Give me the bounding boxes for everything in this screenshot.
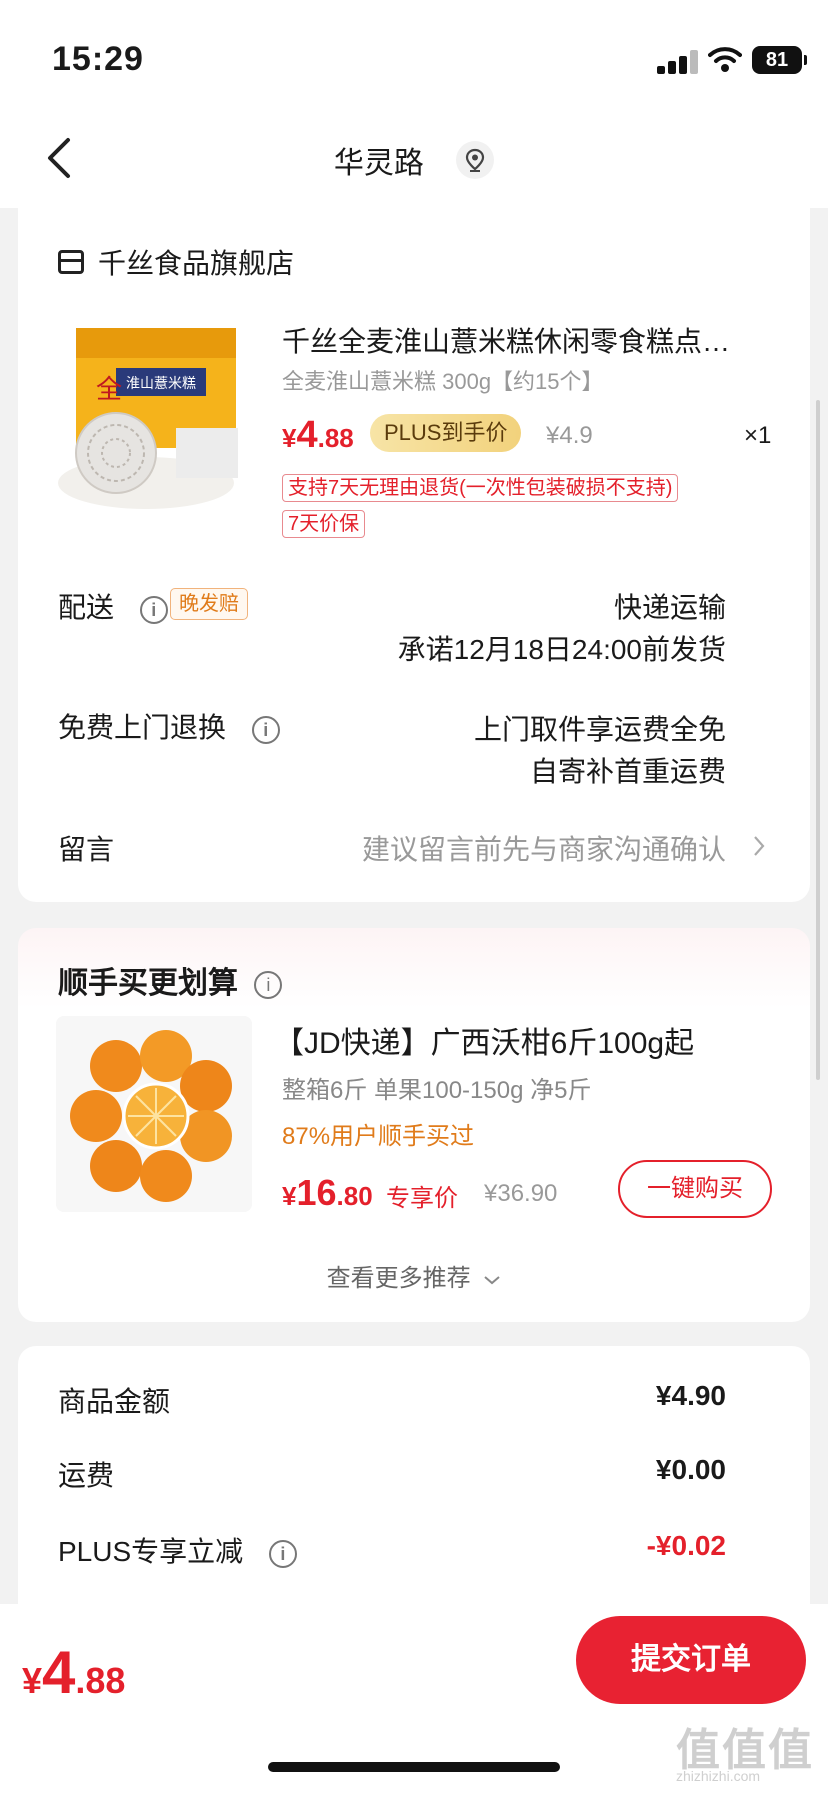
- plus-discount-row: PLUS专享立减 i: [58, 1530, 297, 1570]
- quantity: ×1: [744, 422, 772, 449]
- info-icon[interactable]: i: [254, 971, 283, 1000]
- upsell-original-price: ¥36.90: [484, 1180, 558, 1207]
- order-card: 千丝食品旗舰店 淮山薏米糕 全 千丝全麦淮山薏米糕休闲零食糕点… 全麦淮山薏米糕…: [18, 208, 810, 902]
- checkout-bar: ¥4.88 提交订单 值值值 zhizhizhi.com: [0, 1604, 828, 1793]
- home-indicator[interactable]: [268, 1762, 560, 1772]
- upsell-title: 顺手买更划算: [58, 967, 238, 1000]
- total-price: ¥4.88: [22, 1639, 126, 1706]
- checkout-page: 15:29 81 华灵路 千丝食品旗舰店 淮山薏米糕 全 千丝全麦淮山薏米糕休闲…: [0, 0, 828, 1793]
- returns-line1: 上门取件享运费全免: [473, 714, 726, 745]
- submit-order-button[interactable]: 提交订单: [576, 1616, 806, 1704]
- original-price: ¥4.9: [546, 422, 593, 449]
- subtotal-label: 商品金额: [58, 1386, 171, 1417]
- return-policy-tag: 支持7天无理由退货(一次性包装破损不支持): [282, 474, 679, 502]
- upsell-product-image[interactable]: [56, 1016, 252, 1212]
- delivery-promise: 承诺12月18日24:00前发货: [397, 634, 726, 665]
- wifi-icon: [708, 47, 742, 72]
- location-icon[interactable]: [456, 141, 495, 179]
- plus-price-badge: PLUS到手价: [370, 414, 522, 452]
- store-name: 千丝食品旗舰店: [98, 248, 295, 279]
- upsell-card: 顺手买更划算 i 【JD快递】广西沃柑6斤100g起 整箱6斤 单果100-15…: [18, 928, 810, 1322]
- chevron-right-icon[interactable]: [752, 834, 766, 858]
- store-header[interactable]: 千丝食品旗舰店: [58, 242, 294, 282]
- chevron-down-icon: [484, 1276, 500, 1285]
- message-label: 留言: [58, 834, 115, 865]
- info-icon[interactable]: i: [268, 1539, 297, 1568]
- info-icon[interactable]: i: [139, 595, 168, 624]
- svg-text:全: 全: [96, 375, 122, 405]
- late-compensation-badge: 晚发赔: [170, 588, 248, 620]
- watermark-url: zhizhizhi.com: [676, 1768, 761, 1784]
- scrollbar[interactable]: [816, 400, 820, 1080]
- subtotal-value: ¥4.90: [655, 1380, 726, 1411]
- header: 15:29 81 华灵路: [0, 0, 828, 208]
- shipping-label: 运费: [58, 1460, 115, 1491]
- one-click-buy-button[interactable]: 一键购买: [618, 1160, 772, 1218]
- upsell-price-tag: 专享价: [386, 1185, 458, 1212]
- store-icon: [58, 250, 84, 274]
- message-input[interactable]: 建议留言前先与商家沟通确认: [362, 828, 726, 868]
- delivery-method: 快递运输: [613, 592, 726, 623]
- address-selector[interactable]: 华灵路: [0, 138, 828, 182]
- upsell-stat: 87%用户顺手买过: [282, 1123, 475, 1150]
- upsell-spec: 整箱6斤 单果100-150g 净5斤: [282, 1077, 592, 1104]
- plus-discount-value: -¥0.02: [646, 1530, 726, 1561]
- returns-label: 免费上门退换: [58, 712, 227, 743]
- delivery-row[interactable]: 配送 i: [58, 586, 168, 626]
- upsell-product-title[interactable]: 【JD快递】广西沃柑6斤100g起: [274, 1018, 694, 1062]
- upsell-price: ¥16.80: [282, 1172, 373, 1213]
- shipping-value: ¥0.00: [655, 1454, 726, 1485]
- plus-discount-label: PLUS专享立减: [58, 1536, 244, 1567]
- delivery-label: 配送: [58, 592, 115, 623]
- status-time: 15:29: [52, 40, 144, 78]
- signal-icon: [657, 50, 699, 74]
- info-icon[interactable]: i: [251, 715, 280, 744]
- more-recommendations-link[interactable]: 查看更多推荐: [18, 1258, 810, 1293]
- product-price: ¥4.88: [282, 414, 354, 456]
- svg-text:淮山薏米糕: 淮山薏米糕: [126, 376, 196, 392]
- price-protect-tag: 7天价保: [282, 510, 366, 538]
- battery-icon: 81: [752, 46, 807, 74]
- returns-row[interactable]: 免费上门退换 i: [58, 706, 280, 746]
- product-spec: 全麦淮山薏米糕 300g【约15个】: [282, 369, 604, 394]
- upsell-section: 顺手买更划算 i: [58, 958, 283, 1002]
- page-title: 华灵路: [333, 147, 424, 180]
- returns-line2: 自寄补首重运费: [529, 756, 726, 787]
- product-image[interactable]: 淮山薏米糕 全: [56, 318, 256, 518]
- product-title[interactable]: 千丝全麦淮山薏米糕休闲零食糕点…: [282, 320, 782, 360]
